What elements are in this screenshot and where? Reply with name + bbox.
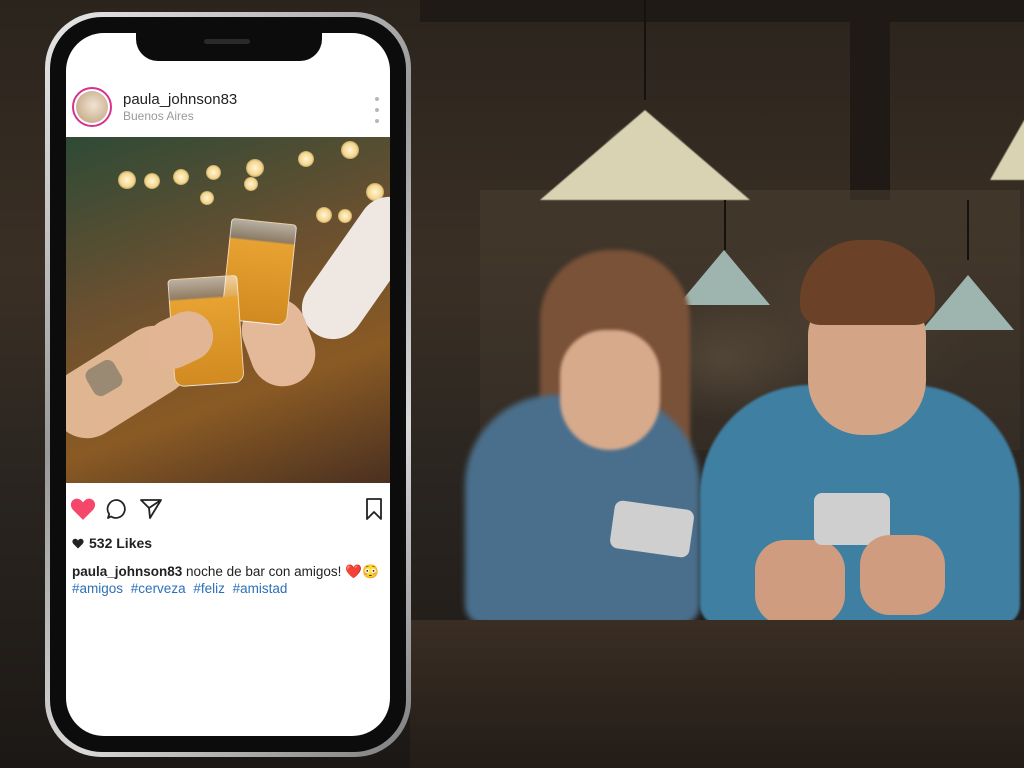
caption-username[interactable]: paula_johnson83 — [72, 564, 182, 579]
post-header: paula_johnson83 Buenos Aires — [66, 67, 390, 137]
comment-icon[interactable] — [104, 497, 130, 521]
likes-row[interactable]: 532 Likes — [72, 535, 152, 551]
bookmark-icon[interactable] — [364, 497, 384, 521]
ceiling-post — [850, 0, 890, 200]
hashtag-link[interactable]: #amigos — [72, 581, 123, 596]
heart-icon — [72, 538, 84, 548]
pendant-lamp — [540, 110, 750, 200]
caption-text: noche de bar con amigos! ❤️😳 — [186, 564, 379, 579]
pendant-lamp-small — [922, 275, 1014, 330]
avatar-image — [76, 91, 108, 123]
phone-screen: paula_johnson83 Buenos Aires 532 Likes p… — [66, 33, 390, 736]
post-username[interactable]: paula_johnson83 — [123, 91, 237, 108]
pendant-lamp-small — [678, 250, 770, 305]
send-icon[interactable] — [138, 497, 164, 521]
phone-bezel: paula_johnson83 Buenos Aires 532 Likes p… — [50, 17, 406, 752]
more-vertical-icon[interactable] — [370, 97, 384, 123]
hashtag-link[interactable]: #feliz — [193, 581, 225, 596]
bar-table — [410, 620, 1024, 768]
avatar[interactable] — [72, 87, 112, 127]
post-photo[interactable] — [66, 137, 390, 483]
pendant-lamp — [990, 110, 1024, 180]
hashtag-list: #amigos #cerveza #feliz #amistad — [72, 580, 380, 597]
ceiling-beam — [420, 0, 1024, 22]
post-caption: paula_johnson83 noche de bar con amigos!… — [72, 563, 380, 597]
woman-face — [560, 330, 660, 450]
likes-count: 532 Likes — [89, 535, 153, 551]
hashtag-link[interactable]: #amistad — [233, 581, 288, 596]
heart-icon[interactable] — [70, 497, 96, 521]
hashtag-link[interactable]: #cerveza — [131, 581, 186, 596]
post-location[interactable]: Buenos Aires — [123, 109, 194, 123]
post-actions — [66, 483, 390, 533]
phone-notch — [136, 33, 322, 61]
phone-frame: paula_johnson83 Buenos Aires 532 Likes p… — [45, 12, 411, 757]
speaker-grille — [204, 39, 250, 44]
